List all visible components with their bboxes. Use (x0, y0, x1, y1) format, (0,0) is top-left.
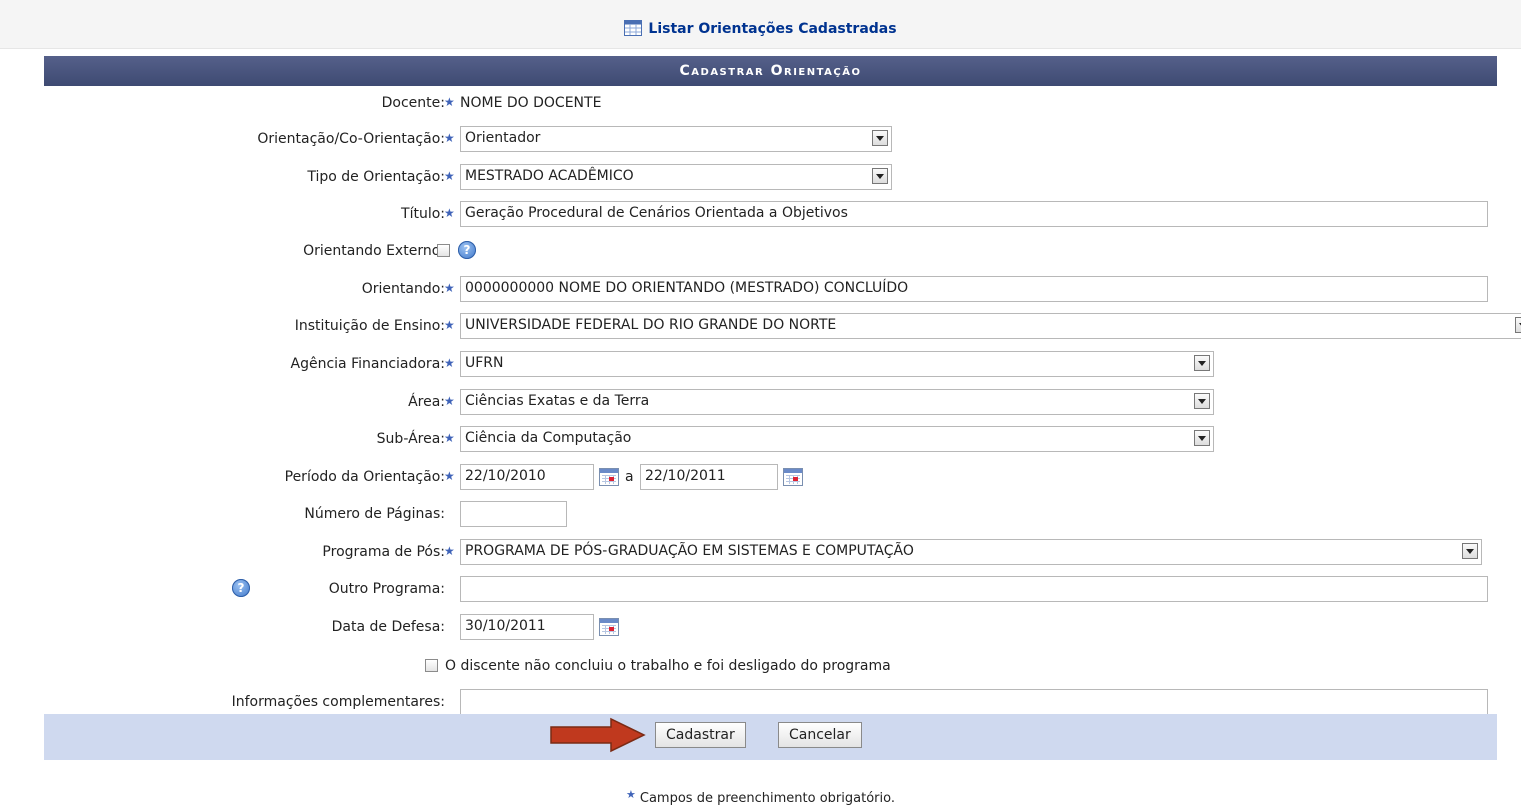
top-bar: Listar Orientações Cadastradas (0, 0, 1521, 49)
paginas-row: Número de Páginas: (44, 501, 1497, 529)
instituicao-select[interactable]: UNIVERSIDADE FEDERAL DO RIO GRANDE DO NO… (460, 313, 1521, 339)
calendar-icon[interactable] (599, 468, 619, 486)
calendar-icon[interactable] (783, 468, 803, 486)
agencia-label: Agência Financiadora: (290, 356, 446, 372)
programa-selected: PROGRAMA DE PÓS-GRADUAÇÃO EM SISTEMAS E … (465, 543, 914, 559)
required-star-icon: ★ (444, 431, 455, 445)
titulo-row: Título: ★ Geração Procedural de Cenários… (44, 201, 1497, 229)
instituicao-selected: UNIVERSIDADE FEDERAL DO RIO GRANDE DO NO… (465, 317, 837, 333)
submit-button[interactable]: Cadastrar (655, 722, 746, 748)
chevron-down-icon[interactable] (1194, 393, 1210, 409)
externo-checkbox[interactable] (437, 244, 450, 257)
defesa-row: Data de Defesa: 30/10/2011 (44, 614, 1497, 642)
desligado-checkbox[interactable] (425, 659, 438, 672)
docente-value: NOME DO DOCENTE (460, 95, 602, 111)
externo-row: Orientando Externo: ? (44, 238, 1497, 266)
help-icon[interactable]: ? (458, 241, 476, 259)
list-orientations-label[interactable]: Listar Orientações Cadastradas (648, 21, 896, 37)
form-caption: Cadastrar Orientação (44, 56, 1497, 86)
desligado-row: O discente não concluiu o trabalho e foi… (44, 653, 1497, 681)
docente-label: Docente: (381, 95, 445, 111)
info-row: Informações complementares: (44, 689, 1497, 717)
subarea-selected: Ciência da Computação (465, 430, 632, 446)
list-orientations-link[interactable]: Listar Orientações Cadastradas (0, 20, 1521, 37)
docente-row: Docente: ★ NOME DO DOCENTE (44, 90, 1497, 118)
chevron-down-icon[interactable] (1515, 317, 1521, 333)
externo-label: Orientando Externo: (303, 243, 445, 259)
outro-programa-input[interactable] (460, 576, 1488, 602)
titulo-label: Título: (401, 206, 445, 222)
tipo-selected: MESTRADO ACADÊMICO (465, 168, 634, 184)
chevron-down-icon[interactable] (872, 130, 888, 146)
periodo-row: Período da Orientação: ★ 22/10/2010 a 22… (44, 464, 1497, 492)
arrow-right-icon (550, 717, 646, 753)
area-selected: Ciências Exatas e da Terra (465, 393, 650, 409)
orientando-label: Orientando: (361, 281, 445, 297)
programa-row: Programa de Pós: ★ PROGRAMA DE PÓS-GRADU… (44, 539, 1497, 567)
tipo-row: Tipo de Orientação: ★ MESTRADO ACADÊMICO (44, 164, 1497, 192)
required-star-icon: ★ (444, 169, 455, 183)
chevron-down-icon[interactable] (1194, 355, 1210, 371)
periodo-label: Período da Orientação: (284, 469, 445, 485)
required-star-icon: ★ (444, 95, 455, 109)
titulo-input[interactable]: Geração Procedural de Cenários Orientada… (460, 201, 1488, 227)
periodo-start-input[interactable]: 22/10/2010 (460, 464, 594, 490)
tipo-select[interactable]: MESTRADO ACADÊMICO (460, 164, 892, 190)
paginas-label: Número de Páginas: (304, 506, 445, 522)
defesa-label: Data de Defesa: (331, 619, 445, 635)
agencia-select[interactable]: UFRN (460, 351, 1214, 377)
orientacao-selected: Orientador (465, 130, 541, 146)
chevron-down-icon[interactable] (1462, 543, 1478, 559)
orientando-row: Orientando: ★ 0000000000 NOME DO ORIENTA… (44, 276, 1497, 304)
required-star-icon: ★ (444, 469, 455, 483)
tipo-label: Tipo de Orientação: (307, 169, 445, 185)
required-star-icon: ★ (444, 131, 455, 145)
area-row: Área: ★ Ciências Exatas e da Terra (44, 389, 1497, 417)
area-label: Área: (408, 394, 445, 410)
area-select[interactable]: Ciências Exatas e da Terra (460, 389, 1214, 415)
required-fields-note: ★ Campos de preenchimento obrigatório. (0, 788, 1521, 806)
programa-label: Programa de Pós: (322, 544, 445, 560)
agencia-selected: UFRN (465, 355, 504, 371)
subarea-select[interactable]: Ciência da Computação (460, 426, 1214, 452)
cancel-button[interactable]: Cancelar (778, 722, 862, 748)
orientando-input[interactable]: 0000000000 NOME DO ORIENTANDO (MESTRADO)… (460, 276, 1488, 302)
required-star-icon: ★ (626, 788, 636, 801)
registration-form: Cadastrar Orientação Docente: ★ NOME DO … (44, 56, 1521, 760)
help-icon[interactable]: ? (232, 579, 250, 597)
required-star-icon: ★ (444, 206, 455, 220)
info-input[interactable] (460, 689, 1488, 715)
calendar-icon[interactable] (599, 618, 619, 636)
agencia-row: Agência Financiadora: ★ UFRN (44, 351, 1497, 379)
instituicao-label: Instituição de Ensino: (294, 318, 445, 334)
info-label: Informações complementares: (231, 694, 445, 710)
chevron-down-icon[interactable] (872, 168, 888, 184)
orientacao-label: Orientação/Co-Orientação: (257, 131, 445, 147)
subarea-label: Sub-Área: (376, 431, 445, 447)
required-star-icon: ★ (444, 356, 455, 370)
periodo-separator: a (625, 469, 634, 485)
required-star-icon: ★ (444, 281, 455, 295)
required-star-icon: ★ (444, 318, 455, 332)
orientacao-row: Orientação/Co-Orientação: ★ Orientador (44, 126, 1497, 154)
periodo-end-input[interactable]: 22/10/2011 (640, 464, 778, 490)
outro-programa-label: Outro Programa: (328, 581, 445, 597)
desligado-label: O discente não concluiu o trabalho e foi… (445, 658, 891, 674)
outro-programa-row: ? Outro Programa: (44, 576, 1497, 604)
required-star-icon: ★ (444, 544, 455, 558)
chevron-down-icon[interactable] (1194, 430, 1210, 446)
required-star-icon: ★ (444, 394, 455, 408)
table-icon (624, 20, 643, 36)
subarea-row: Sub-Área: ★ Ciência da Computação (44, 426, 1497, 454)
programa-select[interactable]: PROGRAMA DE PÓS-GRADUAÇÃO EM SISTEMAS E … (460, 539, 1482, 565)
instituicao-row: Instituição de Ensino: ★ UNIVERSIDADE FE… (44, 313, 1521, 341)
paginas-input[interactable] (460, 501, 567, 527)
form-footer: Cadastrar Cancelar (44, 714, 1497, 760)
orientacao-select[interactable]: Orientador (460, 126, 892, 152)
defesa-input[interactable]: 30/10/2011 (460, 614, 594, 640)
